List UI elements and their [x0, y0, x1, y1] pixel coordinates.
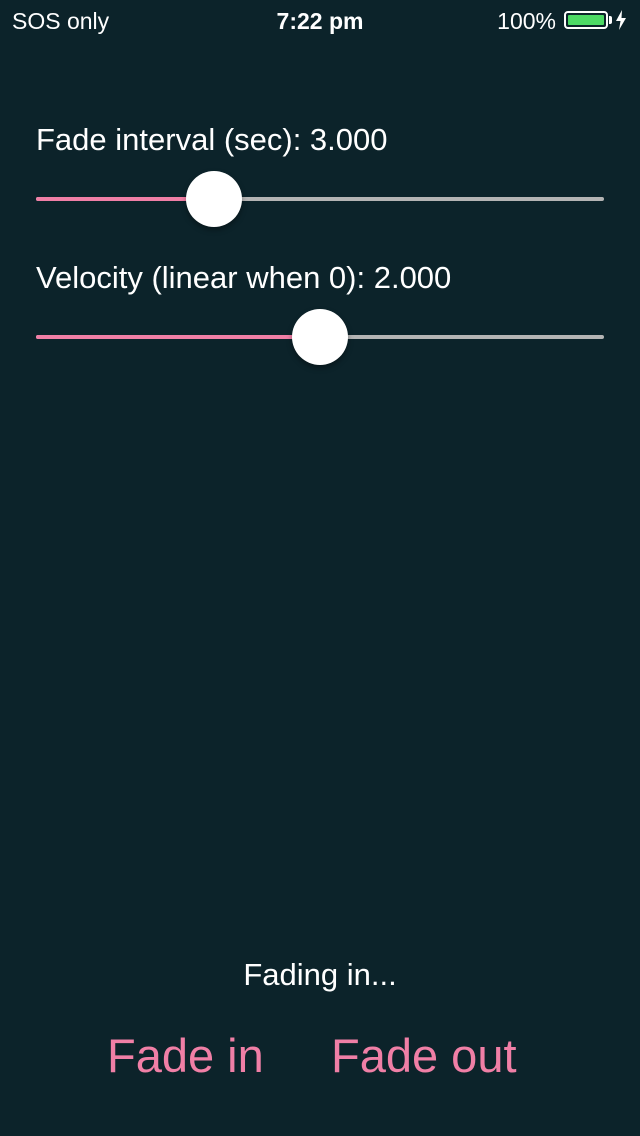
battery-percent: 100%	[497, 8, 556, 34]
battery-icon	[564, 11, 608, 29]
fade-out-button[interactable]: Fade out	[331, 1026, 517, 1086]
velocity-slider[interactable]	[36, 307, 604, 367]
battery-tip	[609, 16, 612, 24]
fade-interval-slider[interactable]	[36, 169, 604, 229]
slider-thumb[interactable]	[186, 171, 242, 227]
battery-level	[568, 15, 604, 25]
fade-status-message: Fading in...	[243, 957, 397, 992]
slider-fill	[36, 335, 320, 339]
slider-thumb[interactable]	[292, 309, 348, 365]
fade-in-button[interactable]: Fade in	[107, 1026, 264, 1086]
fade-interval-label: Fade interval (sec): 3.000	[36, 122, 388, 157]
app-screen: SOS only 7:22 pm 100% Fade interval (sec…	[0, 0, 640, 1136]
velocity-label: Velocity (linear when 0): 2.000	[36, 260, 452, 295]
status-bar: SOS only 7:22 pm 100%	[0, 0, 640, 40]
bolt-icon	[616, 10, 626, 30]
